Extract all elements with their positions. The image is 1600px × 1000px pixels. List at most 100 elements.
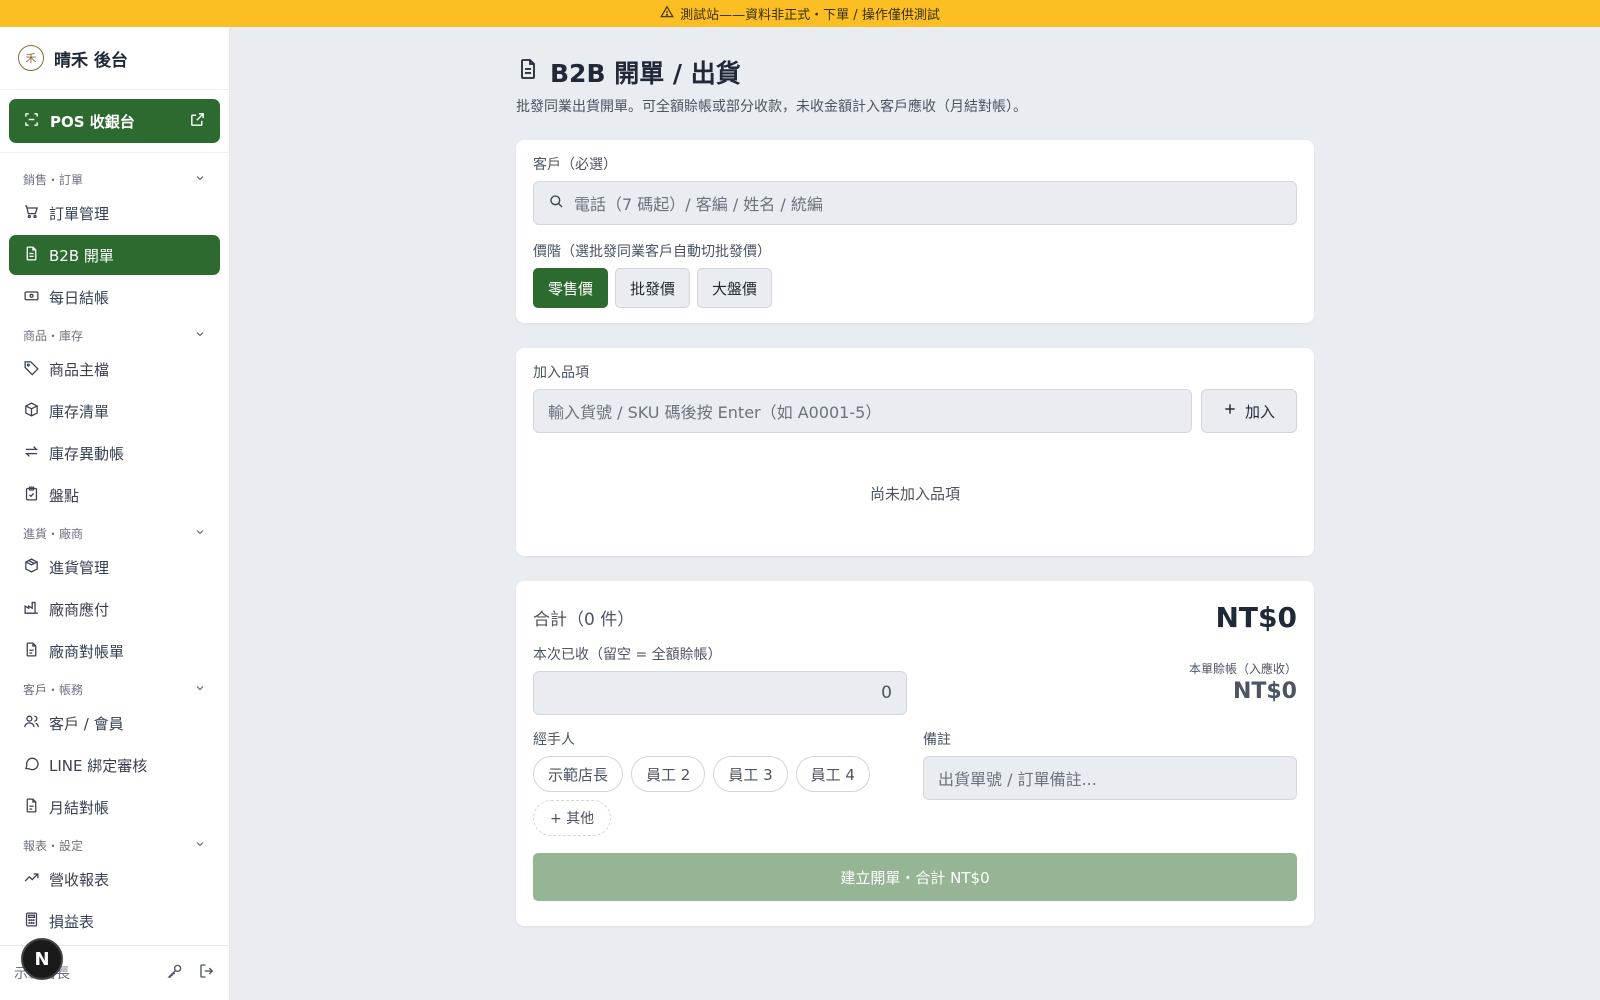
nav-group-reports[interactable]: 報表・設定 (9, 831, 220, 859)
sidebar-item-label: 庫存異動帳 (49, 444, 125, 463)
sidebar-item-label: 營收報表 (49, 870, 110, 889)
banner-text: 測試站——資料非正式・下單 / 操作僅供測試 (680, 8, 940, 23)
trend-icon (23, 869, 40, 890)
sidebar-item-label: 月結對帳 (49, 798, 110, 817)
add-items-label: 加入品項 (533, 365, 589, 381)
paid-amount-input[interactable]: 0 (533, 671, 907, 715)
chevron-down-icon (194, 526, 206, 541)
sidebar-item-label: 庫存清單 (49, 402, 110, 421)
sidebar-item-b2b-order[interactable]: B2B 開單 (9, 235, 220, 275)
items-card: 加入品項 輸入貨號 / SKU 碼後按 Enter（如 A0001-5） 加入 … (516, 348, 1314, 556)
sidebar-item-inventory-ledger[interactable]: 庫存異動帳 (9, 433, 220, 473)
page-title: B2B 開單 / 出貨 (516, 56, 1314, 88)
handler-label: 經手人 (533, 732, 575, 748)
credit-amount: NT$0 (1232, 679, 1297, 704)
tag-icon (23, 359, 40, 380)
customer-search-input[interactable]: 電話（7 碼起）/ 客編 / 姓名 / 統編 (533, 181, 1297, 225)
sidebar-item-label: B2B 開單 (49, 246, 114, 265)
sku-input[interactable]: 輸入貨號 / SKU 碼後按 Enter（如 A0001-5） (533, 389, 1192, 433)
warning-icon (660, 5, 675, 23)
key-icon[interactable] (166, 962, 184, 984)
handler-chip[interactable]: 員工 3 (713, 756, 788, 792)
logout-icon[interactable] (198, 962, 216, 984)
add-item-button[interactable]: 加入 (1201, 389, 1297, 433)
sidebar-item-orders[interactable]: 訂單管理 (9, 193, 220, 233)
other-handler-chip[interactable]: + 其他 (533, 800, 612, 836)
sidebar-item-customers[interactable]: 客戶 / 會員 (9, 703, 220, 743)
sidebar-item-vendor-statement[interactable]: 廠商對帳單 (9, 631, 220, 671)
customer-label: 客戶（必選） (533, 157, 617, 173)
dev-indicator-badge[interactable]: N (21, 938, 63, 980)
handler-chips: 示範店長 員工 2 員工 3 員工 4 + 其他 (533, 756, 907, 836)
nav-group-sales[interactable]: 銷售・訂單 (9, 165, 220, 193)
tier-bulk-button[interactable]: 大盤價 (697, 268, 773, 308)
sidebar-nav: 銷售・訂單 訂單管理 B2B 開單 每日結帳 商品・庫存 商品主檔 庫存清單 庫… (0, 153, 229, 941)
sidebar: 禾 晴禾 後台 POS 收銀台 銷售・訂單 訂單管理 B2B 開單 每日結帳 商… (0, 27, 230, 1000)
cash-icon (23, 287, 40, 308)
note-input-placeholder: 出貨單號 / 訂單備註... (938, 770, 1097, 789)
sidebar-item-label: 廠商對帳單 (49, 642, 125, 661)
sidebar-item-purchase-management[interactable]: 進貨管理 (9, 547, 220, 587)
chevron-down-icon (194, 328, 206, 343)
nav-group-customers[interactable]: 客戶・帳務 (9, 675, 220, 703)
summary-card: 合計（0 件） NT$0 本次已收（留空 = 全額賒帳） 0 本單賒帳（入應收）… (516, 581, 1314, 926)
sidebar-item-vendor-payables[interactable]: 廠商應付 (9, 589, 220, 629)
paid-label: 本次已收（留空 = 全額賒帳） (533, 647, 722, 663)
sidebar-item-label: 客戶 / 會員 (49, 714, 124, 733)
note-input[interactable]: 出貨單號 / 訂單備註... (923, 756, 1297, 800)
calculator-icon (23, 911, 40, 932)
brand-logo: 禾 (18, 45, 44, 71)
external-link-icon (189, 111, 206, 132)
brand-name: 晴禾 後台 (54, 50, 128, 71)
handler-chip[interactable]: 示範店長 (533, 756, 624, 792)
sidebar-item-label: 每日結帳 (49, 288, 110, 307)
brand[interactable]: 禾 晴禾 後台 (0, 27, 229, 90)
chevron-down-icon (194, 172, 206, 187)
nav-group-label: 進貨・廠商 (23, 526, 84, 541)
main-content: B2B 開單 / 出貨 批發同業出貨開單。可全額賒帳或部分收款，未收金額計入客戶… (516, 56, 1314, 926)
receipt-icon (23, 641, 40, 662)
transfer-icon (23, 443, 40, 464)
sidebar-item-revenue-report[interactable]: 營收報表 (9, 859, 220, 899)
nav-group-label: 商品・庫存 (23, 328, 84, 343)
sidebar-item-label: 損益表 (49, 912, 95, 931)
sidebar-item-profit-loss[interactable]: 損益表 (9, 901, 220, 941)
chevron-down-icon (194, 682, 206, 697)
tier-retail-button[interactable]: 零售價 (533, 268, 609, 308)
total-amount: NT$0 (1215, 601, 1298, 634)
create-order-button[interactable]: 建立開單・合計 NT$0 (533, 853, 1297, 901)
test-site-banner: 測試站——資料非正式・下單 / 操作僅供測試 (0, 0, 1600, 27)
nav-group-label: 銷售・訂單 (23, 172, 84, 187)
box-icon (23, 401, 40, 422)
clipboard-icon (23, 485, 40, 506)
note-label: 備註 (923, 732, 951, 748)
page-subtitle: 批發同業出貨開單。可全額賒帳或部分收款，未收金額計入客戶應收（月結對帳）。 (516, 99, 1027, 115)
nav-group-label: 客戶・帳務 (23, 682, 84, 697)
document-icon (23, 245, 40, 266)
handler-chip[interactable]: 員工 4 (795, 756, 870, 792)
handler-chip[interactable]: 員工 2 (631, 756, 706, 792)
sidebar-item-product-master[interactable]: 商品主檔 (9, 349, 220, 389)
sidebar-item-inventory-list[interactable]: 庫存清單 (9, 391, 220, 431)
sidebar-item-monthly-statement[interactable]: 月結對帳 (9, 787, 220, 827)
sidebar-item-label: 商品主檔 (49, 360, 110, 379)
sidebar-item-label: 盤點 (49, 486, 80, 505)
sidebar-item-stocktake[interactable]: 盤點 (9, 475, 220, 515)
total-label: 合計（0 件） (533, 610, 635, 630)
pos-cashier-button[interactable]: POS 收銀台 (9, 99, 220, 143)
tier-wholesale-button[interactable]: 批發價 (615, 268, 691, 308)
nav-group-purchasing[interactable]: 進貨・廠商 (9, 519, 220, 547)
nav-group-products[interactable]: 商品・庫存 (9, 321, 220, 349)
document-icon (516, 57, 540, 87)
sidebar-item-line-binding[interactable]: LINE 綁定審核 (9, 745, 220, 785)
nav-group-label: 報表・設定 (23, 838, 84, 853)
empty-items-message: 尚未加入品項 (869, 485, 960, 503)
sidebar-item-daily-close[interactable]: 每日結帳 (9, 277, 220, 317)
chevron-down-icon (194, 838, 206, 853)
chat-icon (23, 755, 40, 776)
page-title-text: B2B 開單 / 出貨 (550, 59, 741, 88)
sidebar-item-label: 廠商應付 (49, 600, 110, 619)
receipt-icon (23, 797, 40, 818)
plus-icon (1223, 402, 1237, 420)
credit-label: 本單賒帳（入應收） (1188, 662, 1297, 676)
